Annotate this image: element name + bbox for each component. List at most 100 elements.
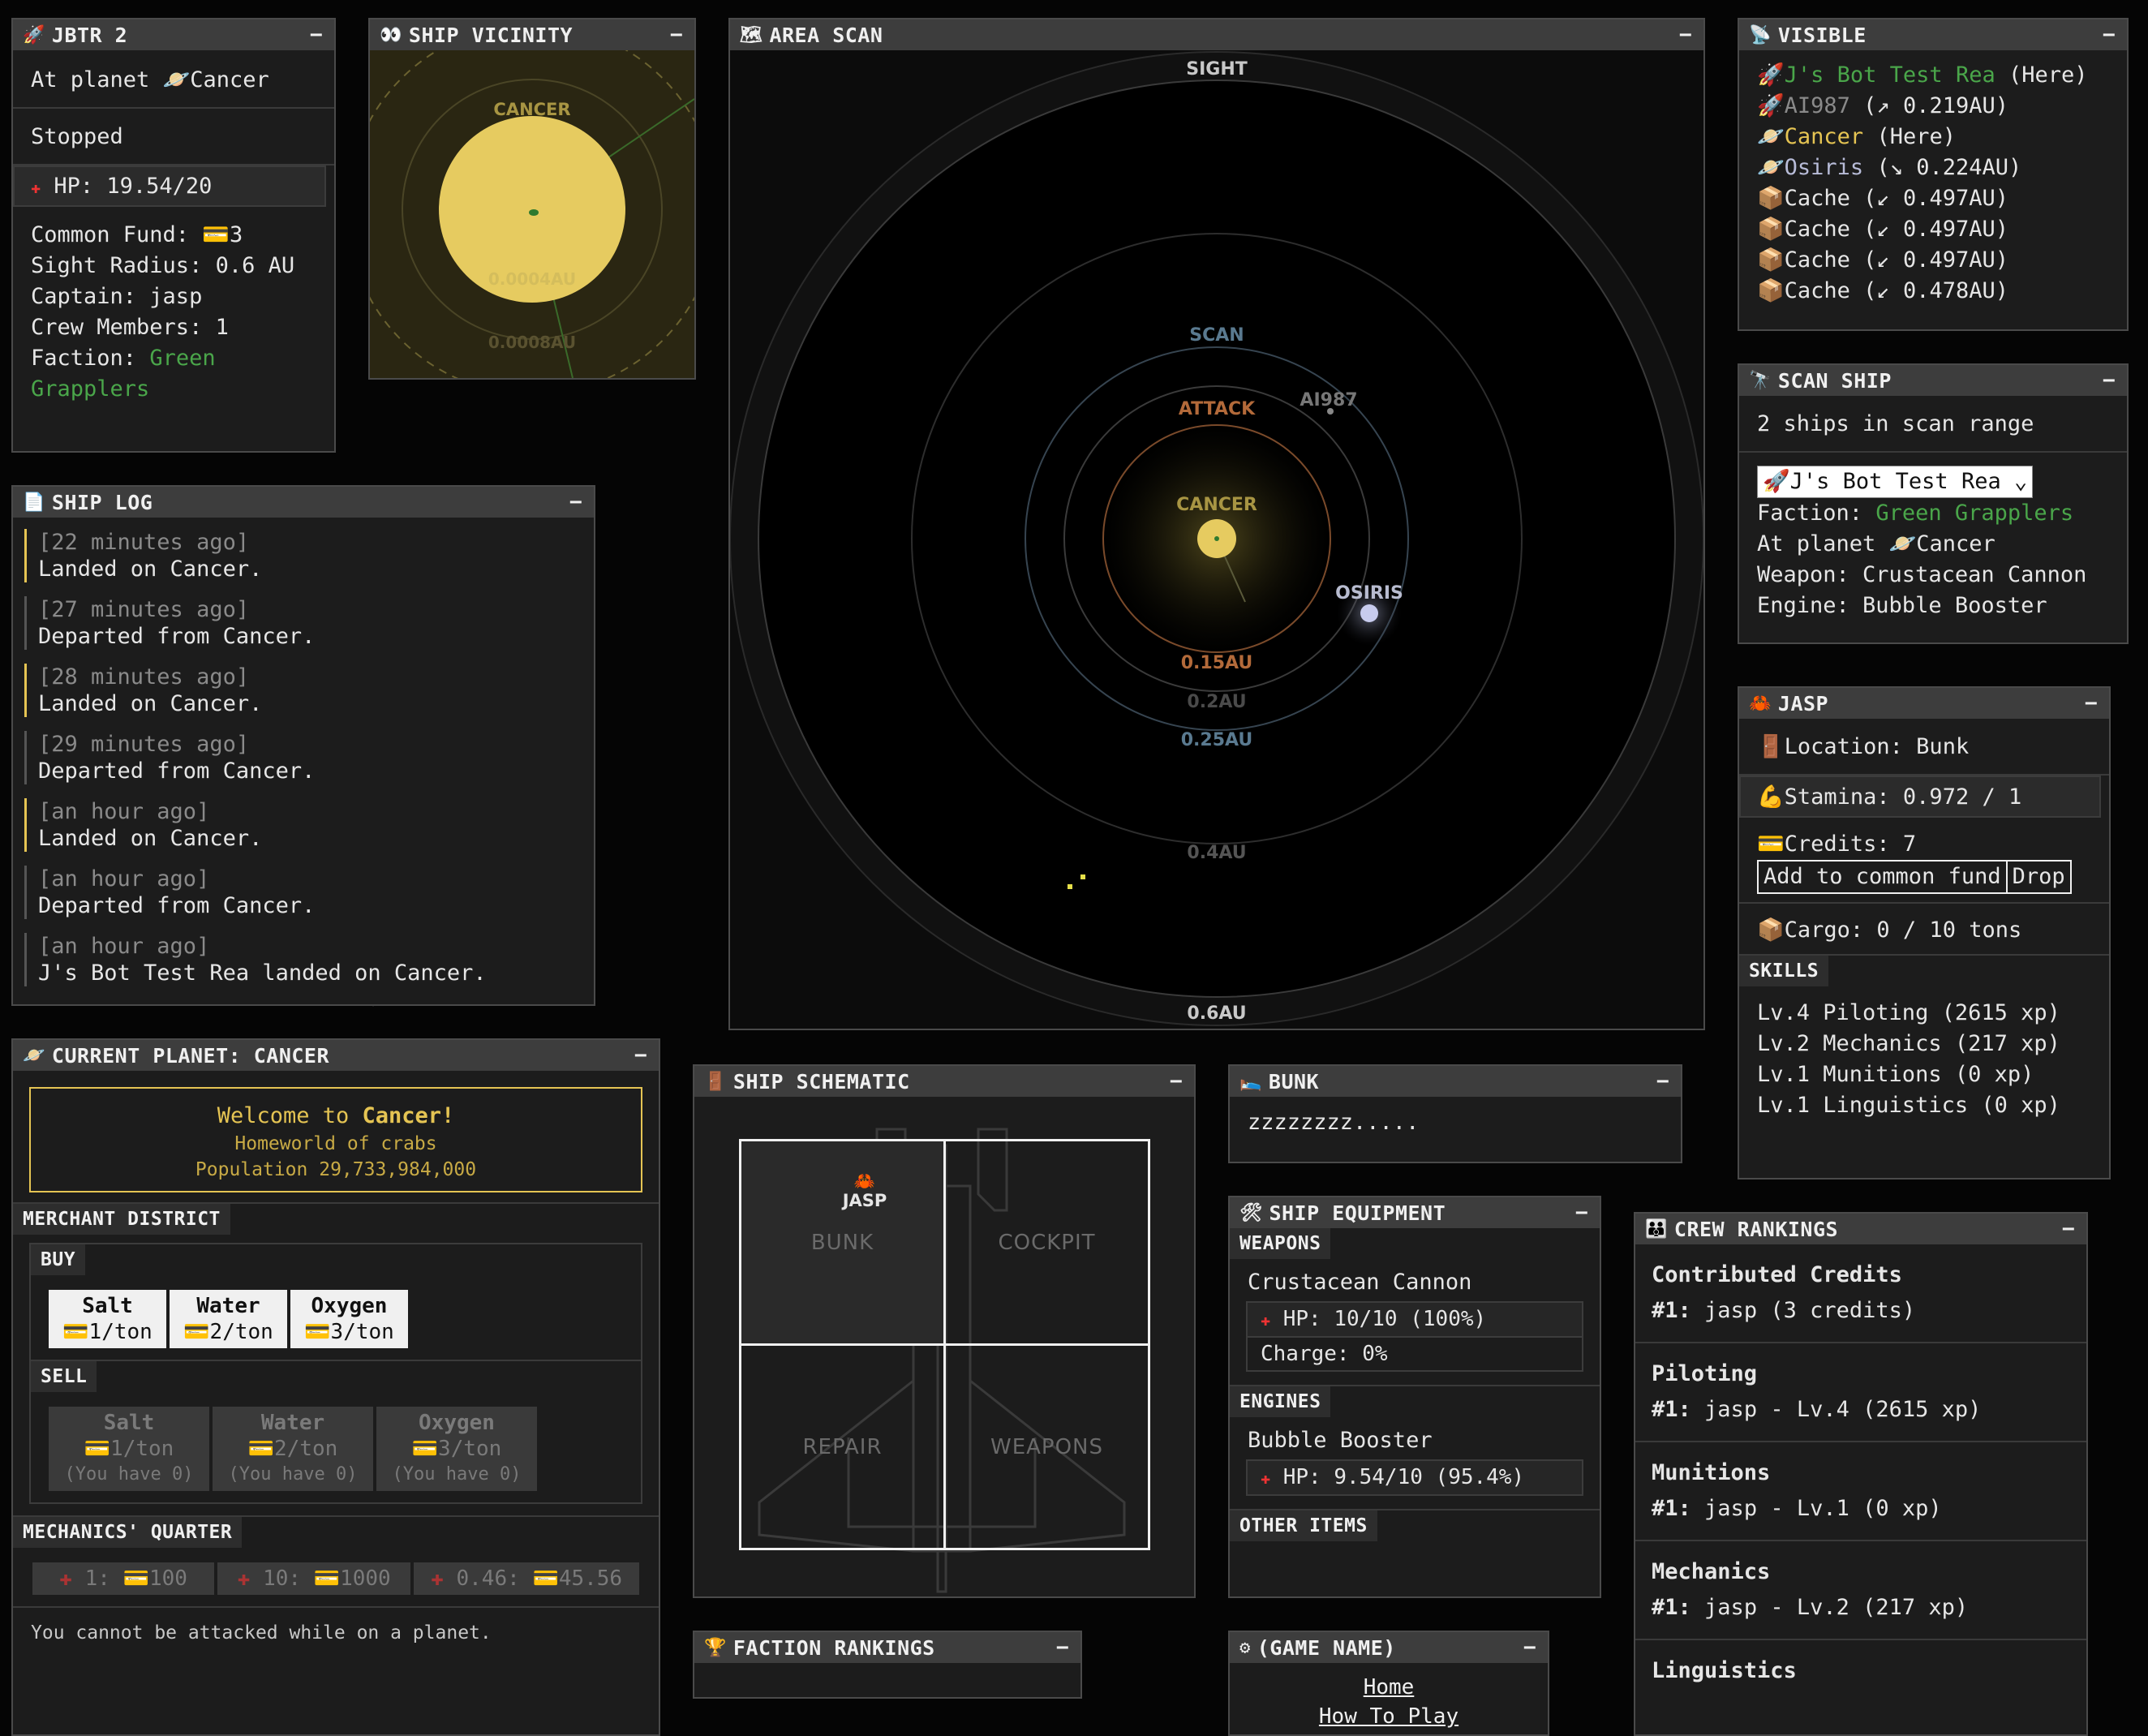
ship-marker[interactable] xyxy=(529,209,539,216)
visible-item[interactable]: 🪐Osiris (↘ 0.224AU) xyxy=(1757,153,2109,183)
ranking-section: Contributed Credits #1: jasp (3 credits) xyxy=(1635,1244,2086,1343)
visible-item[interactable]: 📦Cache (↙ 0.497AU) xyxy=(1757,245,2109,276)
minimize-button[interactable]: − xyxy=(670,23,683,47)
visible-item[interactable]: 🚀AI987 (↗ 0.219AU) xyxy=(1757,91,2109,122)
game-links: Home How To Play xyxy=(1230,1663,1548,1731)
engine-name: Bubble Booster xyxy=(1248,1428,1433,1453)
home-link[interactable]: Home xyxy=(1230,1673,1548,1702)
tools-icon: 🛠 xyxy=(1239,1202,1263,1223)
planet-icon: 🪐 xyxy=(1757,124,1785,149)
how-to-play-link[interactable]: How To Play xyxy=(1230,1702,1548,1731)
skill-item: Lv.2 Mechanics (217 xp) xyxy=(1757,1031,2060,1056)
sell-row: Salt 💳1/ton (You have 0) Water 💳2/ton (You h… xyxy=(31,1395,641,1502)
buy-oxygen-button[interactable]: Oxygen 💳3/ton xyxy=(290,1290,408,1348)
sight-radius: Sight Radius: 0.6 AU xyxy=(31,253,295,278)
ring-label-015: 0.15AU xyxy=(1181,653,1253,673)
repair-1-button[interactable]: ✚ 1: 💳100 xyxy=(32,1562,215,1595)
buy-row: Salt 💳1/ton Water 💳2/ton Oxygen 💳3/ton xyxy=(31,1278,641,1360)
buy-salt-button[interactable]: Salt 💳1/ton xyxy=(49,1290,166,1348)
room-bunk[interactable]: BUNK xyxy=(739,1139,946,1346)
minimize-button[interactable]: − xyxy=(1679,23,1692,47)
crew-token[interactable]: 🦀 JASP xyxy=(816,1171,913,1210)
add-to-fund-button[interactable]: Add to common fund xyxy=(1759,862,2008,892)
visible-item[interactable]: 🪐Cancer (Here) xyxy=(1757,122,2109,153)
scan-faction: Faction: Green Grapplers xyxy=(1757,501,2074,526)
minimize-button[interactable]: − xyxy=(2062,1217,2075,1241)
planet-welcome-wrap: Welcome to Cancer! Homeworld of crabs Po… xyxy=(13,1071,659,1202)
log-entry: [an hour ago] J's Bot Test Rea landed on … xyxy=(24,933,594,986)
scan-ship-header: 🔭 SCAN SHIP − xyxy=(1739,365,2127,396)
repair-max-button[interactable]: ✚ 0.46: 💳45.56 xyxy=(414,1562,639,1595)
vicinity-ring-label: 0.0004AU xyxy=(488,269,576,289)
planet-icon: 🪐 xyxy=(162,67,191,92)
sell-water-button[interactable]: Water 💳2/ton (You have 0) xyxy=(213,1407,373,1491)
osiris-planet[interactable] xyxy=(1360,604,1378,622)
planet-icon: 🪐 xyxy=(1888,531,1917,556)
vicinity-map[interactable]: CANCER 0.0004AU 0.0008AU xyxy=(370,50,694,378)
credit-icon: 💳 xyxy=(313,1566,341,1591)
cache-marker[interactable] xyxy=(1080,874,1085,879)
ship-panel-header: 🚀 JBTR 2 − xyxy=(13,19,334,50)
document-icon: 📄 xyxy=(23,492,45,513)
captain: Captain: jasp xyxy=(31,284,203,309)
crew-members: Crew Members: 1 xyxy=(31,315,229,340)
planet-header: 🪐 CURRENT PLANET: CANCER − xyxy=(13,1040,659,1071)
equipment-header: 🛠 SHIP EQUIPMENT − xyxy=(1230,1197,1600,1228)
map-icon: 🗺 xyxy=(740,24,763,45)
planet-icon: 🪐 xyxy=(23,1045,45,1066)
minimize-button[interactable]: − xyxy=(2085,691,2098,715)
minimize-button[interactable]: − xyxy=(310,23,323,47)
log-entry: [22 minutes ago] Landed on Cancer. xyxy=(24,529,594,582)
minimize-button[interactable]: − xyxy=(2103,23,2116,47)
visible-item[interactable]: 📦Cache (↙ 0.478AU) xyxy=(1757,276,2109,307)
minimize-button[interactable]: − xyxy=(569,490,582,514)
credit-icon: 💳 xyxy=(411,1437,439,1461)
repair-10-button[interactable]: ✚ 10: 💳1000 xyxy=(217,1562,411,1595)
cache-marker[interactable] xyxy=(1068,884,1072,889)
minimize-button[interactable]: − xyxy=(1056,1635,1069,1660)
muscle-icon: 💪 xyxy=(1757,784,1785,810)
room-cockpit[interactable]: COCKPIT xyxy=(943,1139,1150,1346)
credit-icon: 💳 xyxy=(84,1437,111,1461)
minimize-button[interactable]: − xyxy=(1656,1069,1669,1094)
ranking-section: Piloting #1: jasp - Lv.4 (2615 xp) xyxy=(1635,1343,2086,1442)
minimize-button[interactable]: − xyxy=(1575,1201,1588,1225)
sell-oxygen-button[interactable]: Oxygen 💳3/ton (You have 0) xyxy=(376,1407,537,1491)
sell-salt-button[interactable]: Salt 💳1/ton (You have 0) xyxy=(49,1407,209,1491)
ship-marker[interactable] xyxy=(1214,536,1219,541)
log-entry: [28 minutes ago] Landed on Cancer. xyxy=(24,664,594,717)
weapon-hp: ✚ HP: 10/10 (100%) xyxy=(1246,1301,1583,1338)
bunk-panel: 🛌 BUNK − zzzzzzzz..... xyxy=(1228,1064,1682,1163)
skill-item: Lv.1 Munitions (0 xp) xyxy=(1757,1062,2034,1087)
area-scan-map[interactable]: SIGHT SCAN ATTACK CANCER AI987 OSIRIS 0.… xyxy=(730,50,1703,1029)
visible-item[interactable]: 📦Cache (↙ 0.497AU) xyxy=(1757,214,2109,245)
drop-button[interactable]: Drop xyxy=(2008,862,2070,892)
credit-icon: 💳 xyxy=(247,1437,275,1461)
visible-item[interactable]: 📦Cache (↙ 0.497AU) xyxy=(1757,183,2109,214)
planet-footer: You cannot be attacked while on a planet… xyxy=(13,1606,659,1658)
crew-location: 🚪Location: Bunk xyxy=(1739,719,2109,776)
minimize-button[interactable]: − xyxy=(634,1043,647,1068)
ship-select[interactable]: 🚀J's Bot Test Rea ⌄ xyxy=(1757,466,2034,498)
minimize-button[interactable]: − xyxy=(1170,1069,1183,1094)
ship-stats: Common Fund: 💳3 Sight Radius: 0.6 AU Cap… xyxy=(13,207,334,413)
room-repair[interactable]: REPAIR xyxy=(739,1343,946,1550)
minimize-button[interactable]: − xyxy=(1523,1635,1536,1660)
box-icon: 📦 xyxy=(1757,247,1785,273)
buy-water-button[interactable]: Water 💳2/ton xyxy=(170,1290,287,1348)
ranking-section: Mechanics #1: jasp - Lv.2 (217 xp) xyxy=(1635,1541,2086,1640)
credit-icon: 💳 xyxy=(1757,831,1785,857)
bunk-header: 🛌 BUNK − xyxy=(1230,1066,1681,1097)
skill-item: Lv.4 Piloting (2615 xp) xyxy=(1757,1000,2060,1025)
minimize-button[interactable]: − xyxy=(2103,368,2116,393)
equipment-panel: 🛠 SHIP EQUIPMENT − WEAPONS Crustacean Ca… xyxy=(1228,1196,1601,1598)
log-entry: [29 minutes ago] Departed from Cancer. xyxy=(24,731,594,784)
game-panel: ⚙ (GAME NAME) − Home How To Play xyxy=(1228,1631,1549,1736)
crew-credits: 💳Credits: 7 Add to common fund Drop xyxy=(1739,818,2109,904)
ring-label-06: 0.6AU xyxy=(1187,1003,1246,1024)
sell-tag: SELL xyxy=(31,1361,97,1392)
schematic-body: BUNK COCKPIT REPAIR WEAPONS 🦀 JASP xyxy=(694,1097,1194,1595)
vicinity-planet-label: CANCER xyxy=(493,100,570,119)
visible-item[interactable]: 🚀J's Bot Test Rea (Here) xyxy=(1757,60,2109,91)
room-weapons[interactable]: WEAPONS xyxy=(943,1343,1150,1550)
